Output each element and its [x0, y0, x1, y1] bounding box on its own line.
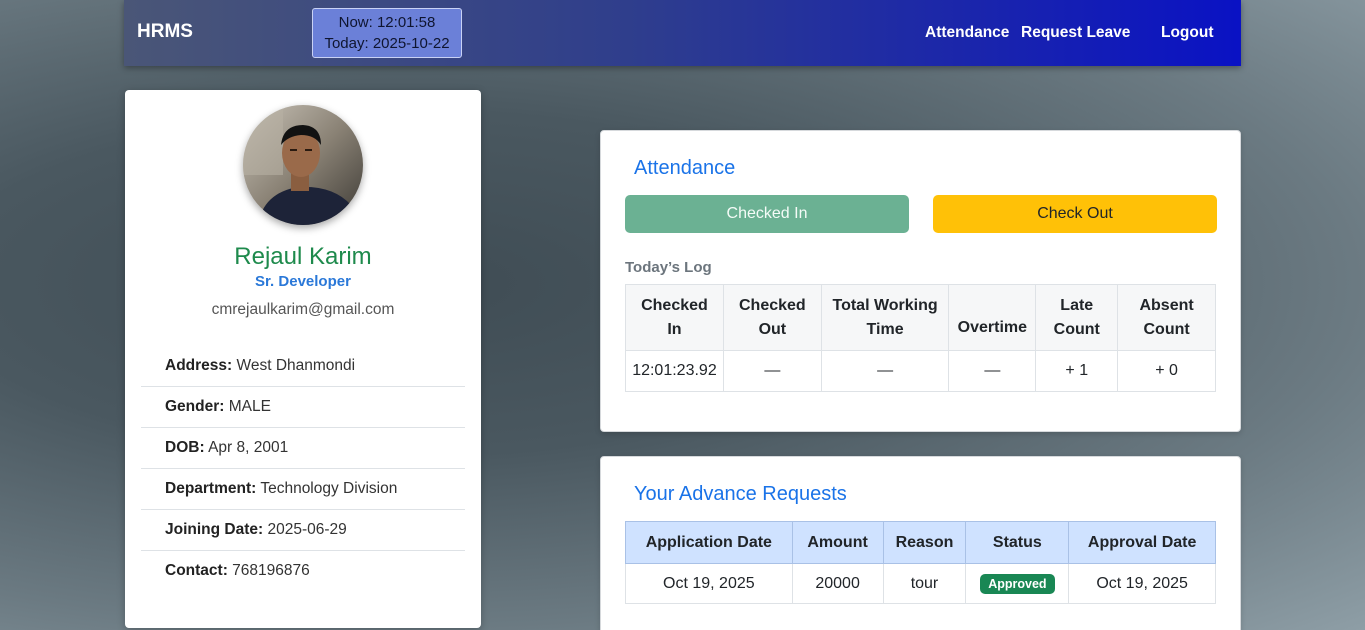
info-label: Department: — [165, 480, 257, 497]
attendance-card: Attendance Checked In Check Out Today’s … — [600, 130, 1241, 432]
col-approval-date: Approval Date — [1068, 521, 1216, 564]
live-clock: Now: 12:01:58 Today: 2025-10-22 — [312, 8, 462, 58]
table-row: Oct 19, 2025 20000 tour Approved Oct 19,… — [625, 563, 1216, 604]
cell-checked-in: 12:01:23.92 — [625, 350, 724, 392]
profile-email: cmrejaulkarim@gmail.com — [211, 301, 395, 318]
table-header-row: Checked In Checked Out Total Working Tim… — [625, 284, 1216, 351]
info-label: Gender: — [165, 398, 225, 415]
avatar-photo — [243, 105, 363, 225]
col-late-count: Late Count — [1035, 284, 1119, 351]
info-value: MALE — [228, 398, 271, 415]
cell-overtime: — — [948, 350, 1037, 392]
col-checked-out: Checked Out — [722, 284, 822, 351]
profile-info-list: Address: West Dhanmondi Gender: MALE DOB… — [141, 346, 465, 592]
table-header-row: Application Date Amount Reason Status Ap… — [625, 521, 1216, 564]
col-application-date: Application Date — [625, 521, 793, 564]
info-value: West Dhanmondi — [236, 357, 356, 374]
advance-requests-card: Your Advance Requests Application Date A… — [600, 456, 1241, 630]
avatar — [243, 105, 363, 225]
info-value: Technology Division — [260, 480, 398, 497]
info-value: 768196876 — [232, 562, 310, 579]
cell-checked-out: — — [722, 350, 822, 392]
brand-logo[interactable]: HRMS — [137, 21, 193, 43]
info-label: Contact: — [165, 562, 228, 579]
profile-role: Sr. Developer — [255, 273, 351, 290]
clock-now: Now: 12:01:58 — [338, 14, 436, 31]
cell-late-count: + 1 — [1035, 350, 1119, 392]
attendance-title: Attendance — [634, 157, 736, 179]
cell-application-date: Oct 19, 2025 — [625, 563, 793, 604]
info-department: Department: Technology Division — [141, 469, 465, 510]
profile-card: Rejaul Karim Sr. Developer cmrejaulkarim… — [125, 90, 481, 628]
cell-status: Approved — [965, 563, 1070, 604]
nav-attendance[interactable]: Attendance — [925, 24, 1009, 42]
nav-logout[interactable]: Logout — [1161, 24, 1214, 42]
info-label: Address: — [165, 357, 233, 374]
profile-name: Rejaul Karim — [234, 243, 372, 270]
info-joining-date: Joining Date: 2025-06-29 — [141, 510, 465, 551]
col-total-working-time: Total Working Time — [820, 284, 950, 351]
table-row: 12:01:23.92 — — — + 1 + 0 — [625, 350, 1216, 392]
info-value: 2025-06-29 — [267, 521, 347, 538]
cell-approval-date: Oct 19, 2025 — [1068, 563, 1216, 604]
info-contact: Contact: 768196876 — [141, 551, 465, 592]
todays-log-label: Today’s Log — [625, 259, 712, 276]
info-gender: Gender: MALE — [141, 387, 465, 428]
info-address: Address: West Dhanmondi — [141, 346, 465, 387]
status-badge: Approved — [980, 573, 1055, 594]
nav-request-leave[interactable]: Request Leave — [1021, 24, 1130, 42]
cell-amount: 20000 — [791, 563, 884, 604]
col-amount: Amount — [791, 521, 884, 564]
info-label: Joining Date: — [165, 521, 264, 538]
info-value: Apr 8, 2001 — [208, 439, 289, 456]
advance-requests-table: Application Date Amount Reason Status Ap… — [625, 521, 1216, 604]
check-out-button[interactable]: Check Out — [933, 195, 1217, 233]
col-reason: Reason — [882, 521, 967, 564]
col-overtime: Overtime — [948, 284, 1037, 351]
clock-today: Today: 2025-10-22 — [324, 35, 450, 52]
cell-absent-count: + 0 — [1117, 350, 1216, 392]
info-label: DOB: — [165, 439, 205, 456]
col-checked-in: Checked In — [625, 284, 724, 351]
todays-log-table: Checked In Checked Out Total Working Tim… — [625, 284, 1216, 392]
cell-reason: tour — [882, 563, 967, 604]
checked-in-button[interactable]: Checked In — [625, 195, 909, 233]
col-absent-count: Absent Count — [1117, 284, 1216, 351]
top-navbar: HRMS Now: 12:01:58 Today: 2025-10-22 Att… — [124, 0, 1241, 66]
col-status: Status — [965, 521, 1070, 564]
cell-total-working-time: — — [820, 350, 950, 392]
info-dob: DOB: Apr 8, 2001 — [141, 428, 465, 469]
advance-requests-title: Your Advance Requests — [634, 483, 847, 505]
